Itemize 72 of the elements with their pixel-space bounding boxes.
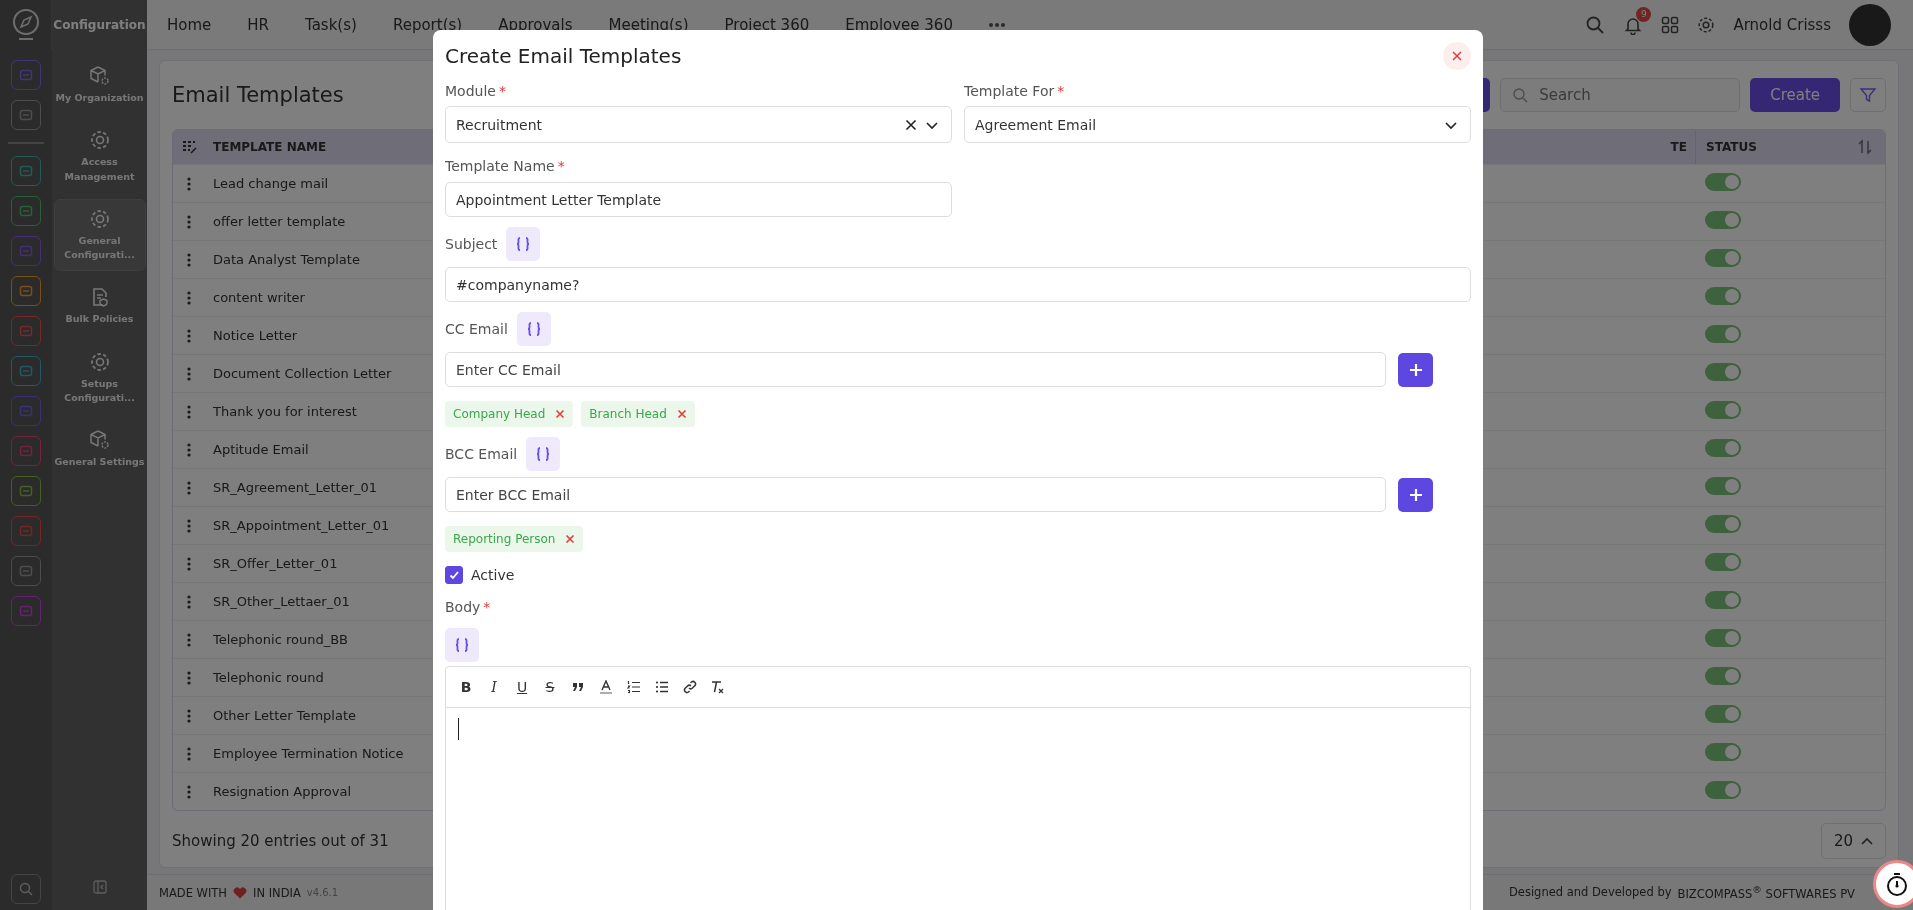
- table-cell-text: Notice Letter: [212, 328, 298, 343]
- nav-link[interactable]: Task(s): [305, 15, 357, 34]
- table-cell-text: Telephonic round_BB: [212, 632, 348, 647]
- table-cell-text: SR_Agreement_Letter_01: [212, 480, 378, 495]
- recipient-tag: Company Head: [445, 401, 574, 427]
- table-cell-text: Employee Termination Notice: [212, 746, 404, 761]
- page-title: Email Templates: [172, 83, 344, 107]
- bold-button[interactable]: B: [458, 679, 474, 695]
- required-mark: *: [557, 158, 565, 174]
- table-cell-text: offer letter template: [212, 214, 346, 229]
- notification-badge: 9: [1636, 6, 1652, 22]
- nav-link[interactable]: Project 360: [724, 15, 810, 34]
- subnav-item[interactable]: Access Management: [53, 120, 146, 193]
- cc-email-field[interactable]: Enter CC Email: [445, 352, 1386, 387]
- field-label: Module: [445, 83, 496, 99]
- rich-text-editor[interactable]: B I U S: [445, 666, 1471, 910]
- dialog-title: Create Email Templates: [445, 44, 682, 68]
- field-label: Body: [445, 599, 481, 615]
- table-cell-text: Thank you for interest: [212, 404, 357, 419]
- user-name[interactable]: Arnold Crisss: [1733, 15, 1831, 34]
- required-mark: *: [1057, 83, 1065, 99]
- footer-text: MADE WITH: [159, 885, 227, 900]
- table-cell-text: content writer: [212, 290, 305, 305]
- table-cell-text: Lead change mail: [212, 176, 329, 191]
- section-title: Configuration: [53, 18, 146, 32]
- template-name-field[interactable]: Appointment Letter Template: [445, 182, 952, 217]
- required-mark: *: [498, 83, 506, 99]
- underline-button[interactable]: U: [514, 679, 530, 695]
- column-header: STATUS: [1706, 140, 1757, 154]
- subject-field[interactable]: #companyname?: [445, 267, 1471, 302]
- module-select[interactable]: Recruitment: [445, 106, 952, 143]
- footer-text: IN INDIA: [253, 885, 301, 900]
- field-label: Template For: [964, 83, 1055, 99]
- nav-link[interactable]: Home: [167, 15, 212, 34]
- table-cell-text: Aptitude Email: [212, 442, 309, 457]
- entries-summary: Showing 20 entries out of 31: [172, 832, 389, 850]
- bcc-email-field[interactable]: Enter BCC Email: [445, 477, 1386, 512]
- column-header: TE: [1669, 140, 1688, 154]
- field-label: CC Email: [445, 321, 508, 337]
- field-label: Template Name: [445, 158, 555, 174]
- field-label: BCC Email: [445, 446, 518, 462]
- column-header: TEMPLATE NAME: [212, 140, 328, 154]
- template-for-select[interactable]: Agreement Email: [964, 106, 1471, 143]
- table-cell-text: Telephonic round: [212, 670, 324, 685]
- recipient-tag: Branch Head: [581, 401, 695, 427]
- table-cell-text: Data Analyst Template: [212, 252, 360, 267]
- subnav-item[interactable]: Setups Configurati...: [53, 341, 146, 414]
- nav-link[interactable]: HR: [247, 15, 269, 34]
- table-cell-text: Other Letter Template: [212, 708, 357, 723]
- subnav-item[interactable]: General Settings: [53, 420, 146, 479]
- create-button[interactable]: Create: [1750, 78, 1840, 112]
- recipient-tag: Reporting Person: [445, 526, 584, 552]
- nav-link[interactable]: Employee 360: [845, 15, 953, 34]
- table-cell-text: SR_Other_Lettaer_01: [212, 594, 350, 609]
- subnav-item[interactable]: Bulk Policies: [53, 277, 146, 336]
- company-name: BIZCOMPASS$^{®}$ SOFTWARES PV: [1677, 884, 1855, 901]
- table-cell-text: SR_Appointment_Letter_01: [212, 518, 390, 533]
- nav-link[interactable]: Approvals: [498, 15, 573, 34]
- table-cell-text: SR_Offer_Letter_01: [212, 556, 338, 571]
- table-cell-text: Resignation Approval: [212, 784, 351, 799]
- footer-text: Designed and Developed by: [1509, 885, 1672, 900]
- subnav-item[interactable]: My Organization: [53, 56, 146, 115]
- strikethrough-button[interactable]: S: [542, 679, 558, 695]
- required-mark: *: [483, 599, 491, 615]
- search-field[interactable]: Search: [1500, 78, 1741, 112]
- page-size-select[interactable]: 20: [1820, 823, 1886, 859]
- checkbox-label: Active: [471, 567, 515, 583]
- field-label: Subject: [445, 236, 498, 252]
- nav-link[interactable]: Report(s): [392, 15, 463, 34]
- table-cell-text: Document Collection Letter: [212, 366, 392, 381]
- nav-link[interactable]: Meeting(s): [608, 15, 689, 34]
- italic-button[interactable]: I: [486, 679, 502, 695]
